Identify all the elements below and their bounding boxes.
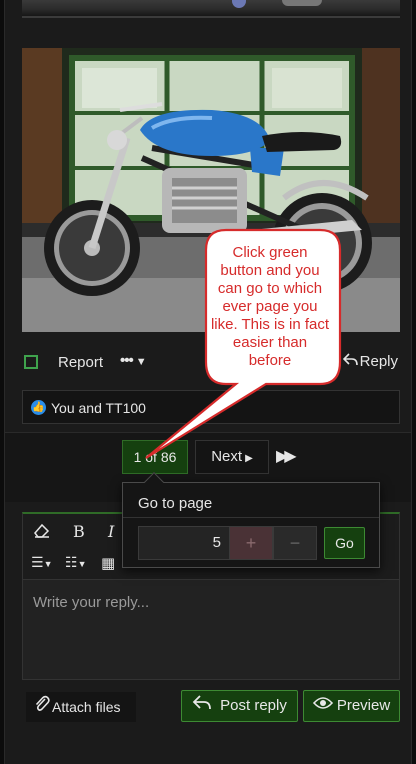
italic-icon[interactable]: I [108, 522, 114, 541]
previous-post-image [22, 0, 400, 18]
callout-text: Click green button and you can go to whi… [210, 244, 330, 369]
report-link[interactable]: Report [58, 354, 103, 371]
last-page-icon[interactable]: ▶▶ [276, 446, 297, 466]
popup-divider [123, 517, 379, 518]
reply-label: Reply [359, 353, 398, 370]
post-reply-button[interactable]: Post reply [181, 690, 298, 722]
post-reply-label: Post reply [220, 697, 287, 714]
reply-input[interactable]: Write your reply... [33, 594, 149, 611]
eye-icon [312, 691, 333, 721]
bold-icon[interactable]: B [73, 522, 85, 541]
align-icon[interactable]: ☰▼ [31, 554, 52, 571]
go-to-page-popup: Go to page 5 + − Go [122, 472, 380, 568]
more-options-menu[interactable]: ••• ▼ [120, 352, 147, 369]
table-icon[interactable]: ▦ [101, 554, 115, 572]
eraser-icon[interactable] [33, 522, 51, 543]
preview-button[interactable]: Preview [303, 690, 400, 722]
increment-button[interactable]: + [229, 526, 273, 560]
attach-files-button[interactable]: Attach files [26, 692, 136, 722]
go-button[interactable]: Go [324, 527, 365, 559]
attach-files-label: Attach files [52, 699, 121, 715]
caret-right-icon: ▶ [245, 453, 253, 464]
reply-arrow-icon [342, 353, 358, 370]
reply-link[interactable]: Reply [342, 353, 398, 370]
reactions-bar[interactable]: 👍 You and TT100 [22, 390, 400, 424]
select-post-checkbox[interactable] [24, 355, 38, 369]
preview-label: Preview [336, 697, 391, 714]
paperclip-icon [34, 693, 50, 723]
like-icon: 👍 [31, 400, 46, 415]
page-number-input[interactable]: 5 [138, 526, 229, 560]
caret-down-icon: ▼ [135, 356, 147, 368]
popup-title: Go to page [138, 495, 213, 512]
current-page-button[interactable]: 1 of 86 [122, 440, 188, 474]
reactions-text: You and TT100 [51, 400, 146, 416]
list-icon[interactable]: ☷▼ [65, 554, 86, 571]
decrement-button[interactable]: − [273, 526, 317, 560]
next-page-button[interactable]: Next ▶ [195, 440, 269, 474]
more-options-label: ••• [120, 352, 134, 369]
next-label: Next [211, 448, 243, 465]
reply-arrow-icon [192, 691, 212, 721]
